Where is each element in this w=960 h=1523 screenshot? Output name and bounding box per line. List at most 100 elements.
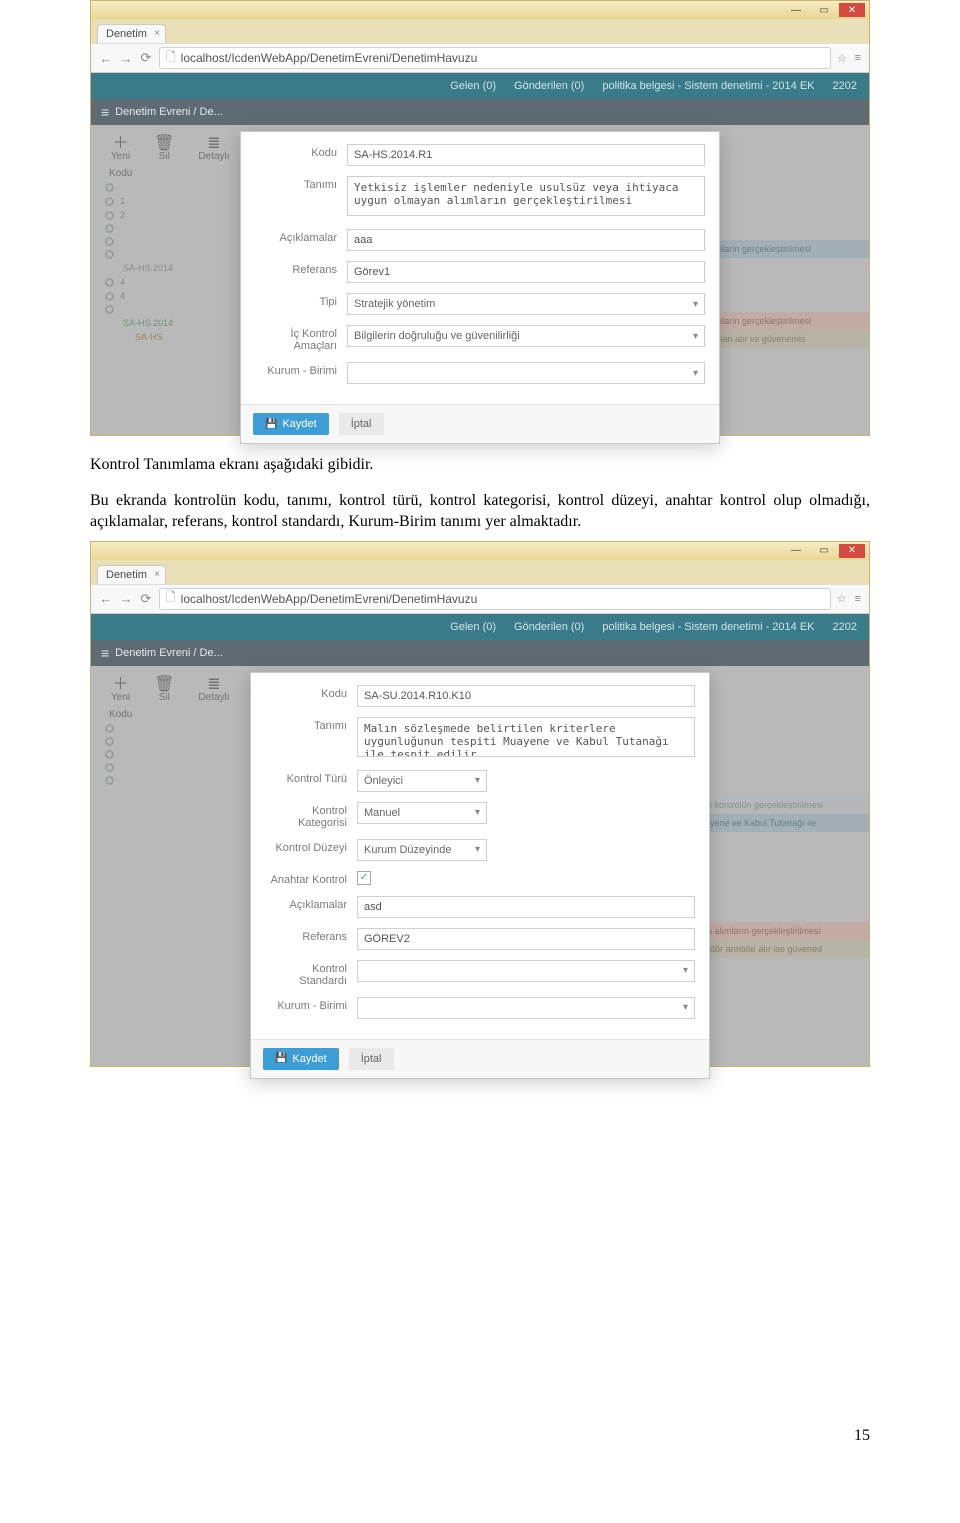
browser-address-bar: ← → ⟳ 🗋 localhost/IcdenWebApp/DenetimEvr… xyxy=(91,584,869,614)
top-link-gonderilen[interactable]: Gönderilen (0) xyxy=(514,80,584,92)
chevron-down-icon: ▾ xyxy=(683,1002,688,1013)
page-number: 15 xyxy=(90,1427,870,1475)
select-kurum[interactable]: ▾ xyxy=(347,362,705,384)
chevron-down-icon: ▾ xyxy=(475,844,480,855)
top-link-policy[interactable]: politika belgesi - Sistem denetimi - 201… xyxy=(602,80,814,92)
label-tanimi: Tanımı xyxy=(265,717,357,732)
chevron-down-icon: ▾ xyxy=(693,368,698,379)
label-referans: Referans xyxy=(255,261,347,276)
window-titlebar: — ▭ ✕ xyxy=(91,1,869,19)
top-link-gelen[interactable]: Gelen (0) xyxy=(450,80,496,92)
chevron-down-icon: ▾ xyxy=(693,331,698,342)
label-kontrol-standardi: Kontrol Standardı xyxy=(265,960,357,987)
forward-icon[interactable]: → xyxy=(119,591,133,606)
label-kodu: Kodu xyxy=(255,144,347,159)
window-close-button[interactable]: ✕ xyxy=(839,3,865,17)
input-referans[interactable] xyxy=(347,261,705,283)
main-panel: ＋Yeni 🗑Sil ≣Detaylı Kodu 1 2 SA-HS.2014 … xyxy=(91,125,869,435)
paragraph: Bu ekranda kontrolün kodu, tanımı, kontr… xyxy=(90,490,870,533)
main-panel: ＋Yeni 🗑Sil ≣Detaylı Kodu in kontrolün ge… xyxy=(91,666,869,1066)
label-kodu: Kodu xyxy=(265,685,357,700)
browser-tab[interactable]: Denetim × xyxy=(97,24,166,43)
breadcrumb-text: Denetim Evreni / De... xyxy=(115,647,223,659)
back-icon[interactable]: ← xyxy=(99,591,113,606)
input-kodu[interactable] xyxy=(347,144,705,166)
select-tipi[interactable]: Stratejik yönetim▾ xyxy=(347,293,705,315)
input-aciklamalar[interactable] xyxy=(357,896,695,918)
label-kurum: Kurum - Birimi xyxy=(255,362,347,377)
select-kurum[interactable]: ▾ xyxy=(357,997,695,1019)
breadcrumb: ≡ Denetim Evreni / De... xyxy=(91,99,869,125)
hamburger-icon[interactable]: ≡ xyxy=(101,104,109,120)
url-input[interactable]: 🗋 localhost/IcdenWebApp/DenetimEvreni/De… xyxy=(159,588,831,610)
label-kurum: Kurum - Birimi xyxy=(265,997,357,1012)
window-titlebar: — ▭ ✕ xyxy=(91,542,869,560)
modal-overlay: Kodu Tanımı Yetkisiz işlemler nedeniyle … xyxy=(91,125,869,435)
reload-icon[interactable]: ⟳ xyxy=(139,50,153,66)
chevron-down-icon: ▾ xyxy=(683,965,688,976)
top-link-policy[interactable]: politika belgesi - Sistem denetimi - 201… xyxy=(602,621,814,633)
label-ic-kontrol: İç Kontrol Amaçları xyxy=(255,325,347,352)
page-icon: 🗋 xyxy=(166,48,176,69)
top-link-gelen[interactable]: Gelen (0) xyxy=(450,621,496,633)
window-max-button[interactable]: ▭ xyxy=(811,544,837,558)
browser-tab[interactable]: Denetim × xyxy=(97,565,166,584)
select-kontrol-kategorisi[interactable]: Manuel▾ xyxy=(357,802,487,824)
browser-tab-title: Denetim xyxy=(106,569,147,581)
breadcrumb-text: Denetim Evreni / De... xyxy=(115,106,223,118)
star-icon[interactable]: ☆ xyxy=(837,592,847,605)
input-referans[interactable] xyxy=(357,928,695,950)
close-icon[interactable]: × xyxy=(154,569,160,580)
hamburger-icon[interactable]: ≡ xyxy=(101,645,109,661)
select-kontrol-duzeyi[interactable]: Kurum Düzeyinde▾ xyxy=(357,839,487,861)
cancel-button[interactable]: İptal xyxy=(339,413,384,435)
modal-overlay: Kodu Tanımı Malın sözleşmede belirtilen … xyxy=(91,666,869,1066)
select-kontrol-turu[interactable]: Önleyici▾ xyxy=(357,770,487,792)
label-aciklamalar: Açıklamalar xyxy=(265,896,357,911)
menu-icon[interactable]: ≡ xyxy=(855,52,861,64)
window-min-button[interactable]: — xyxy=(783,3,809,17)
url-input[interactable]: 🗋 localhost/IcdenWebApp/DenetimEvreni/De… xyxy=(159,47,831,69)
input-tanimi[interactable]: Yetkisiz işlemler nedeniyle usulsüz veya… xyxy=(347,176,705,216)
top-link-gonderilen[interactable]: Gönderilen (0) xyxy=(514,621,584,633)
select-kontrol-standardi[interactable]: ▾ xyxy=(357,960,695,982)
browser-tabs: Denetim × xyxy=(91,19,869,43)
top-link-code[interactable]: 2202 xyxy=(833,80,857,92)
url-text: localhost/IcdenWebApp/DenetimEvreni/Dene… xyxy=(181,51,478,65)
screenshot-2: — ▭ ✕ Denetim × ← → ⟳ 🗋 localhost/IcdenW… xyxy=(90,541,870,1067)
window-close-button[interactable]: ✕ xyxy=(839,544,865,558)
label-kontrol-duzeyi: Kontrol Düzeyi xyxy=(265,839,357,854)
app-top-strip: Gelen (0) Gönderilen (0) politika belges… xyxy=(91,73,869,99)
close-icon[interactable]: × xyxy=(154,28,160,39)
modal-dialog: Kodu Tanımı Yetkisiz işlemler nedeniyle … xyxy=(240,131,720,444)
browser-tabs: Denetim × xyxy=(91,560,869,584)
window-min-button[interactable]: — xyxy=(783,544,809,558)
modal-dialog: Kodu Tanımı Malın sözleşmede belirtilen … xyxy=(250,672,710,1079)
reload-icon[interactable]: ⟳ xyxy=(139,591,153,607)
top-link-code[interactable]: 2202 xyxy=(833,621,857,633)
input-kodu[interactable] xyxy=(357,685,695,707)
menu-icon[interactable]: ≡ xyxy=(855,593,861,605)
input-aciklamalar[interactable] xyxy=(347,229,705,251)
input-tanimi[interactable]: Malın sözleşmede belirtilen kriterlere u… xyxy=(357,717,695,757)
screenshot-1: — ▭ ✕ Denetim × ← → ⟳ 🗋 localhost/IcdenW… xyxy=(90,0,870,436)
chevron-down-icon: ▾ xyxy=(475,807,480,818)
chevron-down-icon: ▾ xyxy=(475,775,480,786)
save-button[interactable]: Kaydet xyxy=(263,1048,339,1070)
browser-address-bar: ← → ⟳ 🗋 localhost/IcdenWebApp/DenetimEvr… xyxy=(91,43,869,73)
star-icon[interactable]: ☆ xyxy=(837,52,847,65)
label-kontrol-kategorisi: Kontrol Kategorisi xyxy=(265,802,357,829)
label-tipi: Tipi xyxy=(255,293,347,308)
cancel-button[interactable]: İptal xyxy=(349,1048,394,1070)
label-kontrol-turu: Kontrol Türü xyxy=(265,770,357,785)
back-icon[interactable]: ← xyxy=(99,51,113,66)
select-ic-kontrol[interactable]: Bilgilerin doğruluğu ve güvenilirliği▾ xyxy=(347,325,705,347)
window-max-button[interactable]: ▭ xyxy=(811,3,837,17)
app-top-strip: Gelen (0) Gönderilen (0) politika belges… xyxy=(91,614,869,640)
label-tanimi: Tanımı xyxy=(255,176,347,191)
save-button[interactable]: Kaydet xyxy=(253,413,329,435)
browser-tab-title: Denetim xyxy=(106,28,147,40)
checkbox-anahtar-kontrol[interactable]: ✓ xyxy=(357,871,371,885)
forward-icon[interactable]: → xyxy=(119,51,133,66)
paragraph: Kontrol Tanımlama ekranı aşağıdaki gibid… xyxy=(90,454,870,476)
